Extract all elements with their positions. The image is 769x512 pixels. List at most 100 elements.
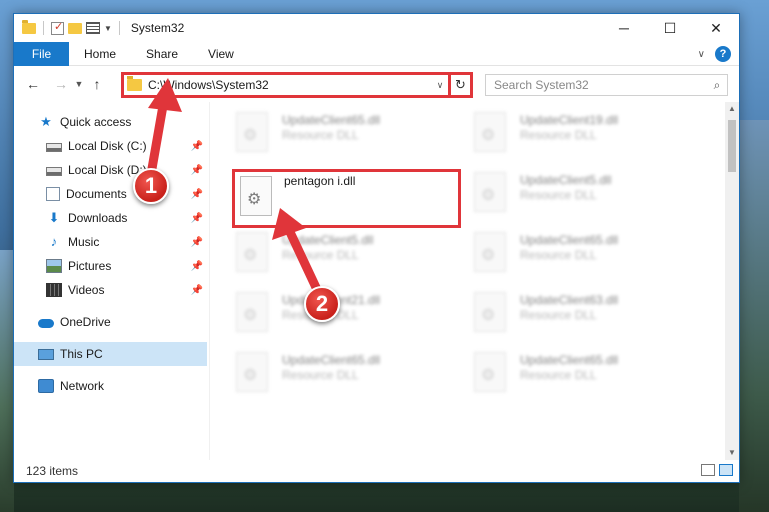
file-name: UpdateClient63.dll [520,293,619,307]
folder-icon [127,76,142,91]
file-item[interactable]: UpdateClient19.dll Resource DLL [448,102,678,154]
sidebar-item-downloads[interactable]: ⬇ Downloads 📌 [14,206,207,230]
dll-file-icon [236,352,268,392]
file-type: Resource DLL [520,128,597,142]
minimize-button[interactable]: ─ [601,14,647,42]
file-name: UpdateClient19.dll [520,113,619,127]
refresh-icon[interactable]: ↻ [451,77,470,93]
pin-icon[interactable]: 📌 [191,237,203,248]
file-item[interactable]: UpdateClient5.dll Resource DLL [448,162,678,214]
star-icon: ★ [40,114,52,129]
properties-icon[interactable] [51,20,64,35]
scroll-up-arrow-icon[interactable]: ▲ [725,102,739,116]
download-icon: ⬇ [48,210,60,225]
file-item[interactable]: UpdateClient65.dll Resource DLL [210,342,440,394]
pin-icon[interactable]: 📌 [191,141,203,152]
tab-share[interactable]: Share [131,47,193,61]
forward-button[interactable]: → [50,76,72,92]
tab-file[interactable]: File [14,41,69,66]
sidebar-item-quick-access[interactable]: ★ Quick access [14,110,207,134]
view-options-icon[interactable] [86,22,100,34]
dll-file-icon [474,172,506,212]
help-icon[interactable]: ? [715,46,731,62]
search-box[interactable]: Search System32 ⌕ [485,74,728,96]
sidebar-item-label: Pictures [68,259,112,273]
view-toggle [701,464,733,476]
ribbon-right-controls: ∨ ? [698,46,731,62]
file-item[interactable]: UpdateClient65.dll Resource DLL [210,102,440,154]
toolbar-separator [43,21,44,35]
scrollbar-thumb[interactable] [728,120,736,172]
dll-file-icon [236,112,268,152]
dll-file-icon [236,232,268,272]
navigation-pane: ★ Quick access Local Disk (C:) 📌 Local D… [14,102,207,460]
file-item[interactable]: UpdateClient63.dll Resource DLL [448,282,678,334]
ribbon-tabs: File Home Share View ∨ ? [14,41,739,66]
folder-icon[interactable] [22,19,36,34]
sidebar-item-documents[interactable]: Documents 📌 [14,182,207,206]
title-bar: ▼ System32 ─ ☐ ✕ [14,14,739,42]
file-name: UpdateClient65.dll [520,353,619,367]
file-item[interactable]: UpdateClient5.dll Resource DLL [210,222,440,274]
up-button[interactable]: ↑ [86,76,108,92]
maximize-button[interactable]: ☐ [647,14,693,42]
dll-file-icon [474,292,506,332]
details-view-icon[interactable] [701,464,715,476]
file-name: UpdateClient5.dll [520,173,612,187]
expand-ribbon-chevron-icon[interactable]: ∨ [698,49,705,60]
sidebar-item-label: Music [68,235,100,249]
sidebar-item-label: OneDrive [60,315,111,329]
desktop-background-left [0,250,14,512]
close-button[interactable]: ✕ [693,14,739,42]
large-icons-view-icon[interactable] [719,464,733,476]
explorer-window: ▼ System32 ─ ☐ ✕ File Home Share View ∨ … [13,13,740,483]
tab-home[interactable]: Home [69,47,131,61]
pin-icon[interactable]: 📌 [191,213,203,224]
sidebar-item-pictures[interactable]: Pictures 📌 [14,254,207,278]
pictures-icon [46,259,62,273]
new-folder-icon[interactable] [68,22,82,34]
vertical-scrollbar[interactable]: ▲ ▼ [725,102,739,460]
sidebar-item-music[interactable]: ♪ Music 📌 [14,230,207,254]
address-bar[interactable]: C:\Windows\System32 ∨ ↻ [121,72,473,98]
pin-icon[interactable]: 📌 [191,285,203,296]
search-input[interactable]: Search System32 [486,78,707,92]
sidebar-item-onedrive[interactable]: OneDrive [14,310,207,334]
file-item[interactable]: UpdateClient65.dll Resource DLL [448,342,678,394]
recent-locations-dropdown-icon[interactable]: ▼ [72,79,86,89]
item-count: 123 items [26,464,79,478]
back-button[interactable]: ← [22,76,44,92]
sidebar-item-videos[interactable]: Videos 📌 [14,278,207,302]
scroll-down-arrow-icon[interactable]: ▼ [725,446,739,460]
sidebar-item-this-pc[interactable]: This PC [14,342,207,366]
file-name: pentagon i.dll [284,174,356,188]
customize-toolbar-dropdown-icon[interactable]: ▼ [104,24,112,33]
address-path[interactable]: C:\Windows\System32 [148,78,432,92]
step-badge-2: 2 [304,286,340,322]
sidebar-item-local-disk-c[interactable]: Local Disk (C:) 📌 [14,134,207,158]
file-item-pentagon-dll[interactable]: pentagon i.dll [232,169,461,228]
file-type: Resource DLL [282,368,359,382]
pin-icon[interactable]: 📌 [191,165,203,176]
file-type: Resource DLL [520,308,597,322]
pin-icon[interactable]: 📌 [191,189,203,200]
sidebar-item-local-disk-d[interactable]: Local Disk (D:) 📌 [14,158,207,182]
file-list: UpdateClient65.dll Resource DLL UpdateCl… [210,102,725,460]
navigation-bar: ← → ▼ ↑ C:\Windows\System32 ∨ ↻ Search S… [14,66,739,102]
search-icon[interactable]: ⌕ [707,78,727,93]
file-type: Resource DLL [282,128,359,142]
sidebar-item-label: Network [60,379,105,393]
toolbar-separator [118,21,120,35]
tab-view[interactable]: View [193,47,249,61]
sidebar-item-label: Local Disk (D:) [68,163,147,177]
drive-icon [46,143,62,152]
sidebar-item-network[interactable]: Network [14,374,207,398]
address-dropdown-icon[interactable]: ∨ [432,80,448,91]
documents-icon [46,187,60,201]
window-title: System32 [130,21,185,35]
main-content: ★ Quick access Local Disk (C:) 📌 Local D… [14,102,739,462]
file-item[interactable]: UpdateClient65.dll Resource DLL [448,222,678,274]
pin-icon[interactable]: 📌 [191,261,203,272]
file-name: UpdateClient65.dll [282,113,381,127]
sidebar-item-label: Local Disk (C:) [68,139,147,153]
